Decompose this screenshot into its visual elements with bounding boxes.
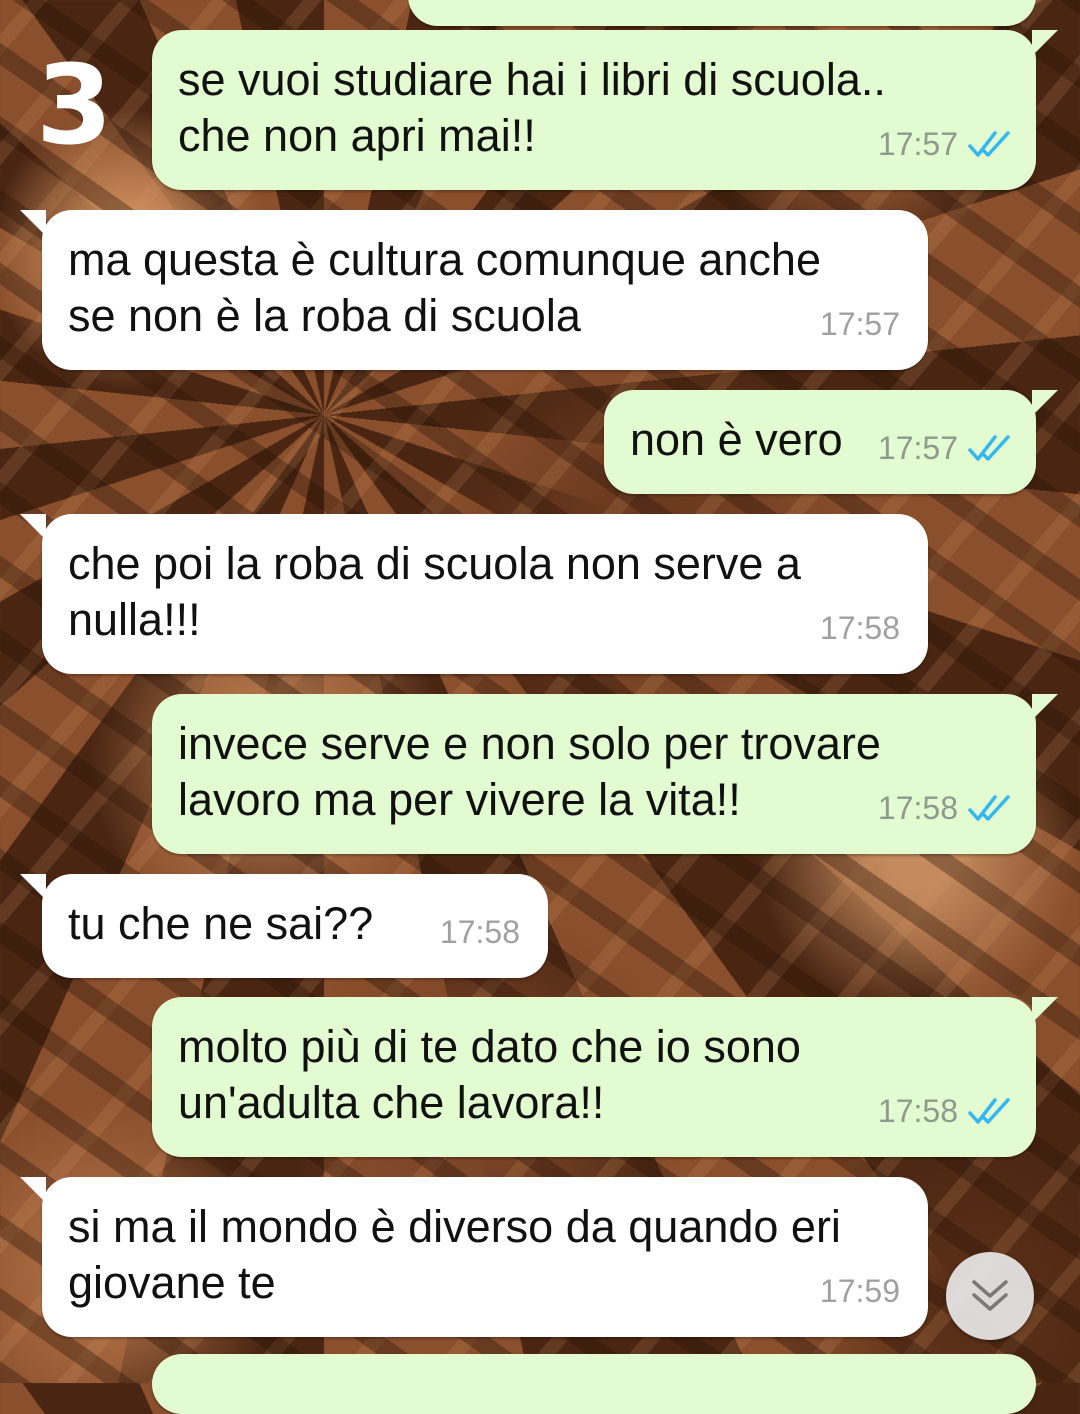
message-time: 17:57 (877, 430, 958, 466)
message-meta: 17:57 (878, 116, 1014, 172)
message-meta: 17:58 (878, 780, 1014, 836)
message-time: 17:57 (877, 126, 958, 162)
overlay-number-badge: 3 (36, 41, 113, 169)
message-meta: 17:59 (820, 1263, 900, 1319)
scroll-to-bottom-button[interactable] (946, 1252, 1034, 1340)
message-incoming[interactable]: ma questa è cultura comunque anche se no… (20, 210, 928, 370)
message-time: 17:59 (819, 1273, 900, 1309)
message-text: che poi la roba di scuola non serve a nu… (68, 538, 801, 645)
message-outgoing[interactable]: se vuoi studiare hai i libri di scuola..… (152, 30, 1058, 190)
message-outgoing[interactable]: non è vero 17:57 (604, 390, 1058, 494)
message-time: 17:58 (877, 1093, 958, 1129)
message-outgoing[interactable]: invece serve e non solo per trovare lavo… (152, 694, 1058, 854)
message-incoming[interactable]: tu che ne sai?? 17:58 (20, 874, 548, 978)
message-bubble-cut-top (408, 0, 1036, 26)
message-meta: 17:58 (820, 600, 900, 656)
message-text: ma questa è cultura comunque anche se no… (68, 234, 821, 341)
read-ticks-icon (968, 1098, 1010, 1124)
message-time: 17:58 (877, 790, 958, 826)
message-meta: 17:57 (878, 420, 1014, 476)
message-text: si ma il mondo è diverso da quando eri g… (68, 1201, 841, 1308)
chat-wallpaper (0, 0, 1080, 1383)
message-bubble-cut-bottom (152, 1354, 1036, 1414)
read-ticks-icon (968, 131, 1010, 157)
read-ticks-icon (968, 795, 1010, 821)
message-time: 17:58 (439, 914, 520, 950)
message-incoming[interactable]: si ma il mondo è diverso da quando eri g… (20, 1177, 928, 1337)
message-meta: 17:58 (878, 1083, 1014, 1139)
message-outgoing[interactable]: molto più di te dato che io sono un'adul… (152, 997, 1058, 1157)
read-ticks-icon (968, 435, 1010, 461)
message-meta: 17:57 (820, 296, 900, 352)
double-chevron-down-icon (972, 1280, 1008, 1311)
message-incoming[interactable]: che poi la roba di scuola non serve a nu… (20, 514, 928, 674)
message-time: 17:57 (819, 306, 900, 342)
message-meta: 17:58 (440, 904, 520, 960)
message-time: 17:58 (819, 610, 900, 646)
